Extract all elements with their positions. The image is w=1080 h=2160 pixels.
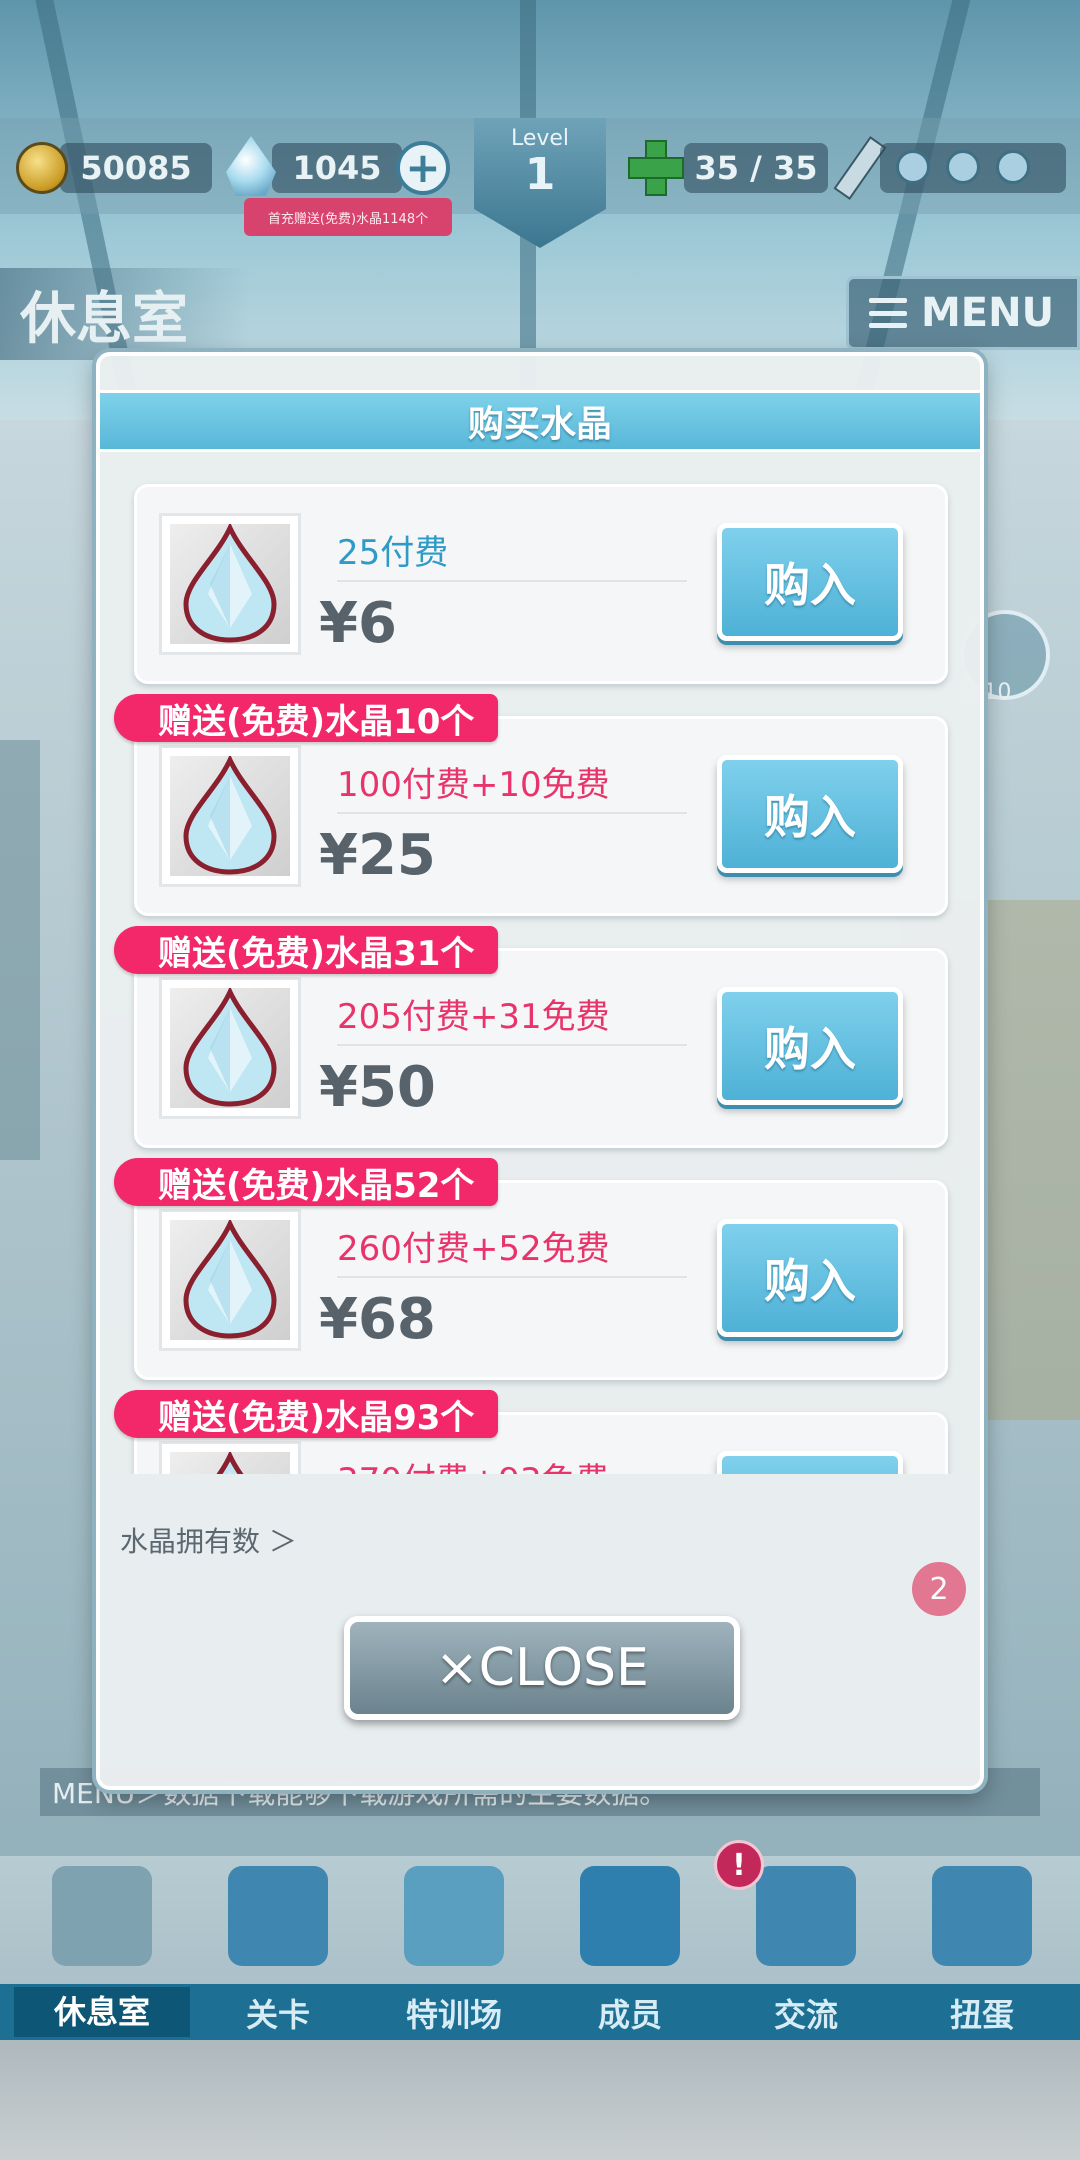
social-alert-badge: ! (714, 1840, 764, 1890)
product-amount: 205付费+31免费 (337, 989, 687, 1046)
product-amount: 100付费+10免费 (337, 757, 687, 814)
room-title: 休息室 (0, 268, 250, 360)
bonus-ribbon: 赠送(免费)水晶31个 (114, 926, 499, 974)
monster-icon (228, 1866, 328, 1966)
buy-button[interactable]: 购入 (717, 1219, 903, 1337)
menu-button[interactable]: MENU (846, 276, 1080, 350)
product-amount: 370付费+93免费 (337, 1453, 687, 1474)
close-button[interactable]: ×CLOSE (344, 1616, 740, 1720)
product-amount: 260付费+52免费 (337, 1221, 687, 1278)
curtain-icon (932, 1866, 1032, 1966)
dialog-title: 购买水晶 (100, 390, 980, 452)
level-value: 1 (524, 149, 556, 200)
purchase-crystal-dialog: 购买水晶 25付费 ¥6 购入 100付费+10免费 ¥25 购入 赠送(免费)… (96, 352, 984, 1790)
charge-dot (946, 150, 980, 184)
coin-counter: 50085 (60, 143, 212, 193)
product-price: ¥6 (319, 591, 397, 656)
crystal-drop-icon (183, 988, 277, 1107)
crossed-swords-icon (404, 1866, 504, 1966)
crystal-counter: 1045 (272, 143, 402, 193)
level-label: Level (510, 126, 570, 151)
stamina-plus-icon[interactable] (628, 140, 684, 196)
crystal-drop-icon (183, 524, 277, 643)
crystal-drop-icon (183, 756, 277, 875)
product-thumbnail (159, 1441, 301, 1474)
crystal-drop-icon (216, 1452, 244, 1474)
nav-label-gacha[interactable]: 扭蛋 (894, 1990, 1070, 2036)
product-thumbnail (159, 745, 301, 887)
plus-icon: + (405, 143, 441, 192)
nav-label-stages[interactable]: 关卡 (190, 1990, 366, 2036)
owned-crystals-link[interactable]: 水晶拥有数 ＞ (120, 1520, 297, 1560)
product-amount: 25付费 (337, 525, 687, 582)
background-window (0, 740, 40, 1160)
dialog-footer: 水晶拥有数 ＞ ×CLOSE (100, 1476, 980, 1786)
stamina-counter: 35 / 35 (684, 143, 828, 193)
nav-label-social[interactable]: 交流 (718, 1990, 894, 2036)
buy-button[interactable]: 购入 (717, 755, 903, 873)
menu-label: MENU (921, 290, 1055, 336)
crystal-product-list[interactable]: 25付费 ¥6 购入 100付费+10免费 ¥25 购入 赠送(免费)水晶10个 (100, 474, 980, 1474)
buy-button[interactable]: 购入 (717, 523, 903, 641)
charge-dot (996, 150, 1030, 184)
product-thumbnail (159, 513, 301, 655)
coin-count: 50085 (80, 149, 192, 187)
product-card: 25付费 ¥6 购入 (134, 484, 948, 684)
product-price: ¥68 (319, 1287, 436, 1352)
first-charge-promo[interactable]: 首充赠送(免费)水晶1148个 (244, 198, 452, 236)
bonus-ribbon: 赠送(免费)水晶10个 (114, 694, 499, 742)
buy-button[interactable]: 购入 (717, 1451, 903, 1474)
nav-label-lounge[interactable]: 休息室 (14, 1987, 190, 2037)
nav-label-members[interactable]: 成员 (542, 1990, 718, 2036)
school-icon (52, 1866, 152, 1966)
menu-icon (869, 298, 907, 328)
product-price: ¥50 (319, 1055, 436, 1120)
charge-dot (896, 150, 930, 184)
product-card: 205付费+31免费 ¥50 购入 (134, 948, 948, 1148)
add-crystal-button[interactable]: + (396, 141, 450, 195)
bonus-ribbon: 赠送(免费)水晶93个 (114, 1390, 499, 1438)
product-thumbnail (159, 977, 301, 1119)
product-thumbnail (159, 1209, 301, 1351)
crystal-drop-icon (183, 1220, 277, 1339)
stamina-value: 35 / 35 (694, 149, 818, 187)
cat-face-icon (580, 1866, 680, 1966)
crystal-count: 1045 (292, 149, 382, 187)
background-floor (0, 2040, 1080, 2160)
bonus-ribbon: 赠送(免费)水晶52个 (114, 1158, 499, 1206)
buy-button[interactable]: 购入 (717, 987, 903, 1105)
coat-icon (756, 1866, 856, 1966)
product-card: 260付费+52免费 ¥68 购入 (134, 1180, 948, 1380)
product-price: ¥25 (319, 823, 436, 888)
coin-icon (16, 142, 68, 194)
nav-label-training[interactable]: 特训场 (366, 1990, 542, 2036)
product-card: 100付费+10免费 ¥25 购入 (134, 716, 948, 916)
task-badge: 2 (912, 1562, 966, 1616)
